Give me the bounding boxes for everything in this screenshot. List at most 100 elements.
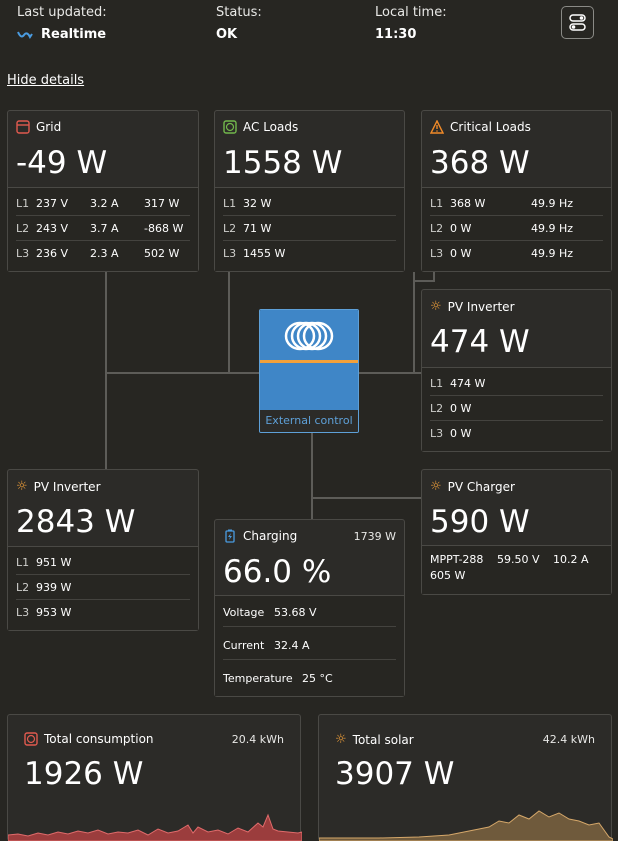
total-consumption-title-label: Total consumption xyxy=(44,732,154,746)
pv-inverter-right-power: 474 W xyxy=(430,324,530,360)
total-consumption-card[interactable]: Total consumption 20.4 kWh 1926 W xyxy=(7,714,302,841)
mppt-name: MPPT-288 xyxy=(430,553,484,566)
total-consumption-title: Total consumption xyxy=(24,732,154,746)
ac-loads-title-label: AC Loads xyxy=(243,120,299,134)
critical-loads-title: Critical Loads xyxy=(430,120,531,134)
ac-row-l3: L3 1455 W xyxy=(223,246,286,260)
connector-critical-v xyxy=(433,272,435,282)
pv-inverter-left-power: 2843 W xyxy=(16,504,136,540)
local-time-value: 11:30 xyxy=(375,27,417,42)
pv-inverter-right-title-label: PV Inverter xyxy=(447,299,515,314)
consumption-sparkline xyxy=(8,813,302,841)
ac-loads-power: 1558 W xyxy=(223,145,343,181)
status-label: Status: xyxy=(216,5,262,20)
last-updated-value: Realtime xyxy=(41,27,107,42)
critical-loads-phase-table: L1 368 W 49.9 Hz L2 0 W 49.9 Hz L3 0 W 4… xyxy=(422,187,611,271)
ac-loads-title: AC Loads xyxy=(223,120,298,134)
ac-row-l1: L1 32 W xyxy=(223,191,396,216)
critical-loads-card[interactable]: Critical Loads 368 W L1 368 W 49.9 Hz L2… xyxy=(421,110,612,272)
total-consumption-power: 1926 W xyxy=(24,756,144,792)
pv-left-row-l1: L1 951 W xyxy=(16,550,190,575)
battery-charging-icon xyxy=(225,529,235,543)
sun-icon: ☼ xyxy=(430,479,442,494)
settings-toggle-button[interactable] xyxy=(561,6,594,39)
sun-icon: ☼ xyxy=(16,479,28,494)
pv-left-row-l2: L2 939 W xyxy=(16,575,190,600)
pv-charger-power: 590 W xyxy=(430,504,530,540)
pv-inverter-left-card[interactable]: ☼ PV Inverter 2843 W L1 951 W L2 939 W L… xyxy=(7,469,199,631)
pv-charger-title: ☼ PV Charger xyxy=(430,479,515,494)
connector-critical-h xyxy=(413,280,435,282)
toggles-icon xyxy=(569,14,586,31)
battery-temperature-row: Temperature 25 °C xyxy=(223,672,333,685)
pv-inverter-right-title: ☼ PV Inverter xyxy=(430,299,515,314)
connector-ac xyxy=(228,272,230,373)
ac-outlet-icon xyxy=(223,120,237,134)
connector-down xyxy=(311,432,313,520)
connector-grid xyxy=(105,272,107,373)
grid-title: Grid xyxy=(16,120,61,134)
connector-critical xyxy=(413,272,415,373)
ac-loads-card[interactable]: AC Loads 1558 W L1 32 W L2 71 W L3 1455 … xyxy=(214,110,405,272)
pv-left-row-l3: L3 953 W xyxy=(16,605,72,619)
mppt-voltage: 59.50 V xyxy=(497,553,540,566)
last-updated: Realtime xyxy=(17,27,106,42)
grid-title-label: Grid xyxy=(36,120,62,134)
critical-loads-power: 368 W xyxy=(430,145,530,181)
battery-title-label: Charging xyxy=(243,529,298,543)
pv-right-row-l1: L1 474 W xyxy=(430,371,603,396)
pv-right-row-l2: L2 0 W xyxy=(430,396,603,421)
pv-charger-mppt: MPPT-288 59.50 V 10.2 A 605 W xyxy=(422,545,611,594)
status-value: OK xyxy=(216,27,238,42)
battery-soc: 66.0 % xyxy=(223,554,332,590)
last-updated-label: Last updated: xyxy=(17,5,107,20)
pv-right-row-l3: L3 0 W xyxy=(430,426,472,440)
pv-charger-title-label: PV Charger xyxy=(447,479,515,494)
critical-row-l1: L1 368 W 49.9 Hz xyxy=(430,191,603,216)
total-solar-card[interactable]: ☼ Total solar 42.4 kWh 3907 W xyxy=(318,714,613,841)
grid-phase-table: L1 237 V 3.2 A 317 W L2 243 V 3.7 A -868… xyxy=(8,187,198,271)
battery-details: Voltage 53.68 V Current 32.4 A Temperatu… xyxy=(215,595,404,696)
battery-card[interactable]: Charging 1739 W 66.0 % Voltage 53.68 V C… xyxy=(214,519,405,697)
solar-sparkline xyxy=(319,810,613,841)
connector-pv-left xyxy=(105,372,107,470)
pv-inverter-right-phase-table: L1 474 W L2 0 W L3 0 W xyxy=(422,367,611,451)
total-consumption-energy: 20.4 kWh xyxy=(231,733,284,746)
grid-card[interactable]: Grid -49 W L1 237 V 3.2 A 317 W L2 243 V… xyxy=(7,110,199,272)
connector-horizontal xyxy=(105,372,260,374)
sun-icon: ☼ xyxy=(430,299,442,314)
hide-details-link[interactable]: Hide details xyxy=(7,73,84,88)
connector-right-h xyxy=(358,372,421,374)
grid-row-l2: L2 243 V 3.7 A -868 W xyxy=(16,216,190,241)
battery-power: 1739 W xyxy=(353,530,396,543)
battery-title: Charging xyxy=(223,529,297,543)
grid-power: -49 W xyxy=(16,145,108,181)
victron-logo-icon xyxy=(284,321,334,351)
ac-loads-phase-table: L1 32 W L2 71 W L3 1455 W xyxy=(215,187,404,271)
grid-icon xyxy=(16,120,30,134)
total-solar-power: 3907 W xyxy=(335,756,455,792)
warning-icon xyxy=(430,120,444,134)
outlet-icon xyxy=(24,732,38,746)
pv-inverter-right-card[interactable]: ☼ PV Inverter 474 W L1 474 W L2 0 W L3 0… xyxy=(421,289,612,452)
critical-row-l2: L2 0 W 49.9 Hz xyxy=(430,216,603,241)
connector-charger xyxy=(311,497,421,499)
total-solar-title-label: Total solar xyxy=(352,732,414,747)
mppt-current: 10.2 A xyxy=(553,553,589,566)
pv-charger-card[interactable]: ☼ PV Charger 590 W MPPT-288 59.50 V 10.2… xyxy=(421,469,612,595)
critical-loads-title-label: Critical Loads xyxy=(450,120,531,134)
pv-inverter-left-phase-table: L1 951 W L2 939 W L3 953 W xyxy=(8,546,198,630)
battery-current-row: Current 32.4 A xyxy=(223,632,396,660)
grid-row-l1: L1 237 V 3.2 A 317 W xyxy=(16,191,190,216)
pv-inverter-left-title: ☼ PV Inverter xyxy=(16,479,101,494)
inverter-card[interactable]: External control xyxy=(259,309,359,433)
ac-row-l2: L2 71 W xyxy=(223,216,396,241)
grid-row-l3: L3 236 V 2.3 A 502 W xyxy=(16,246,180,260)
inverter-status-label: External control xyxy=(265,414,353,427)
mppt-power: 605 W xyxy=(430,569,466,582)
local-time-label: Local time: xyxy=(375,5,447,20)
sun-icon: ☼ xyxy=(335,732,347,747)
total-solar-energy: 42.4 kWh xyxy=(542,733,595,746)
pv-inverter-left-title-label: PV Inverter xyxy=(33,479,101,494)
realtime-wave-icon xyxy=(17,31,33,39)
